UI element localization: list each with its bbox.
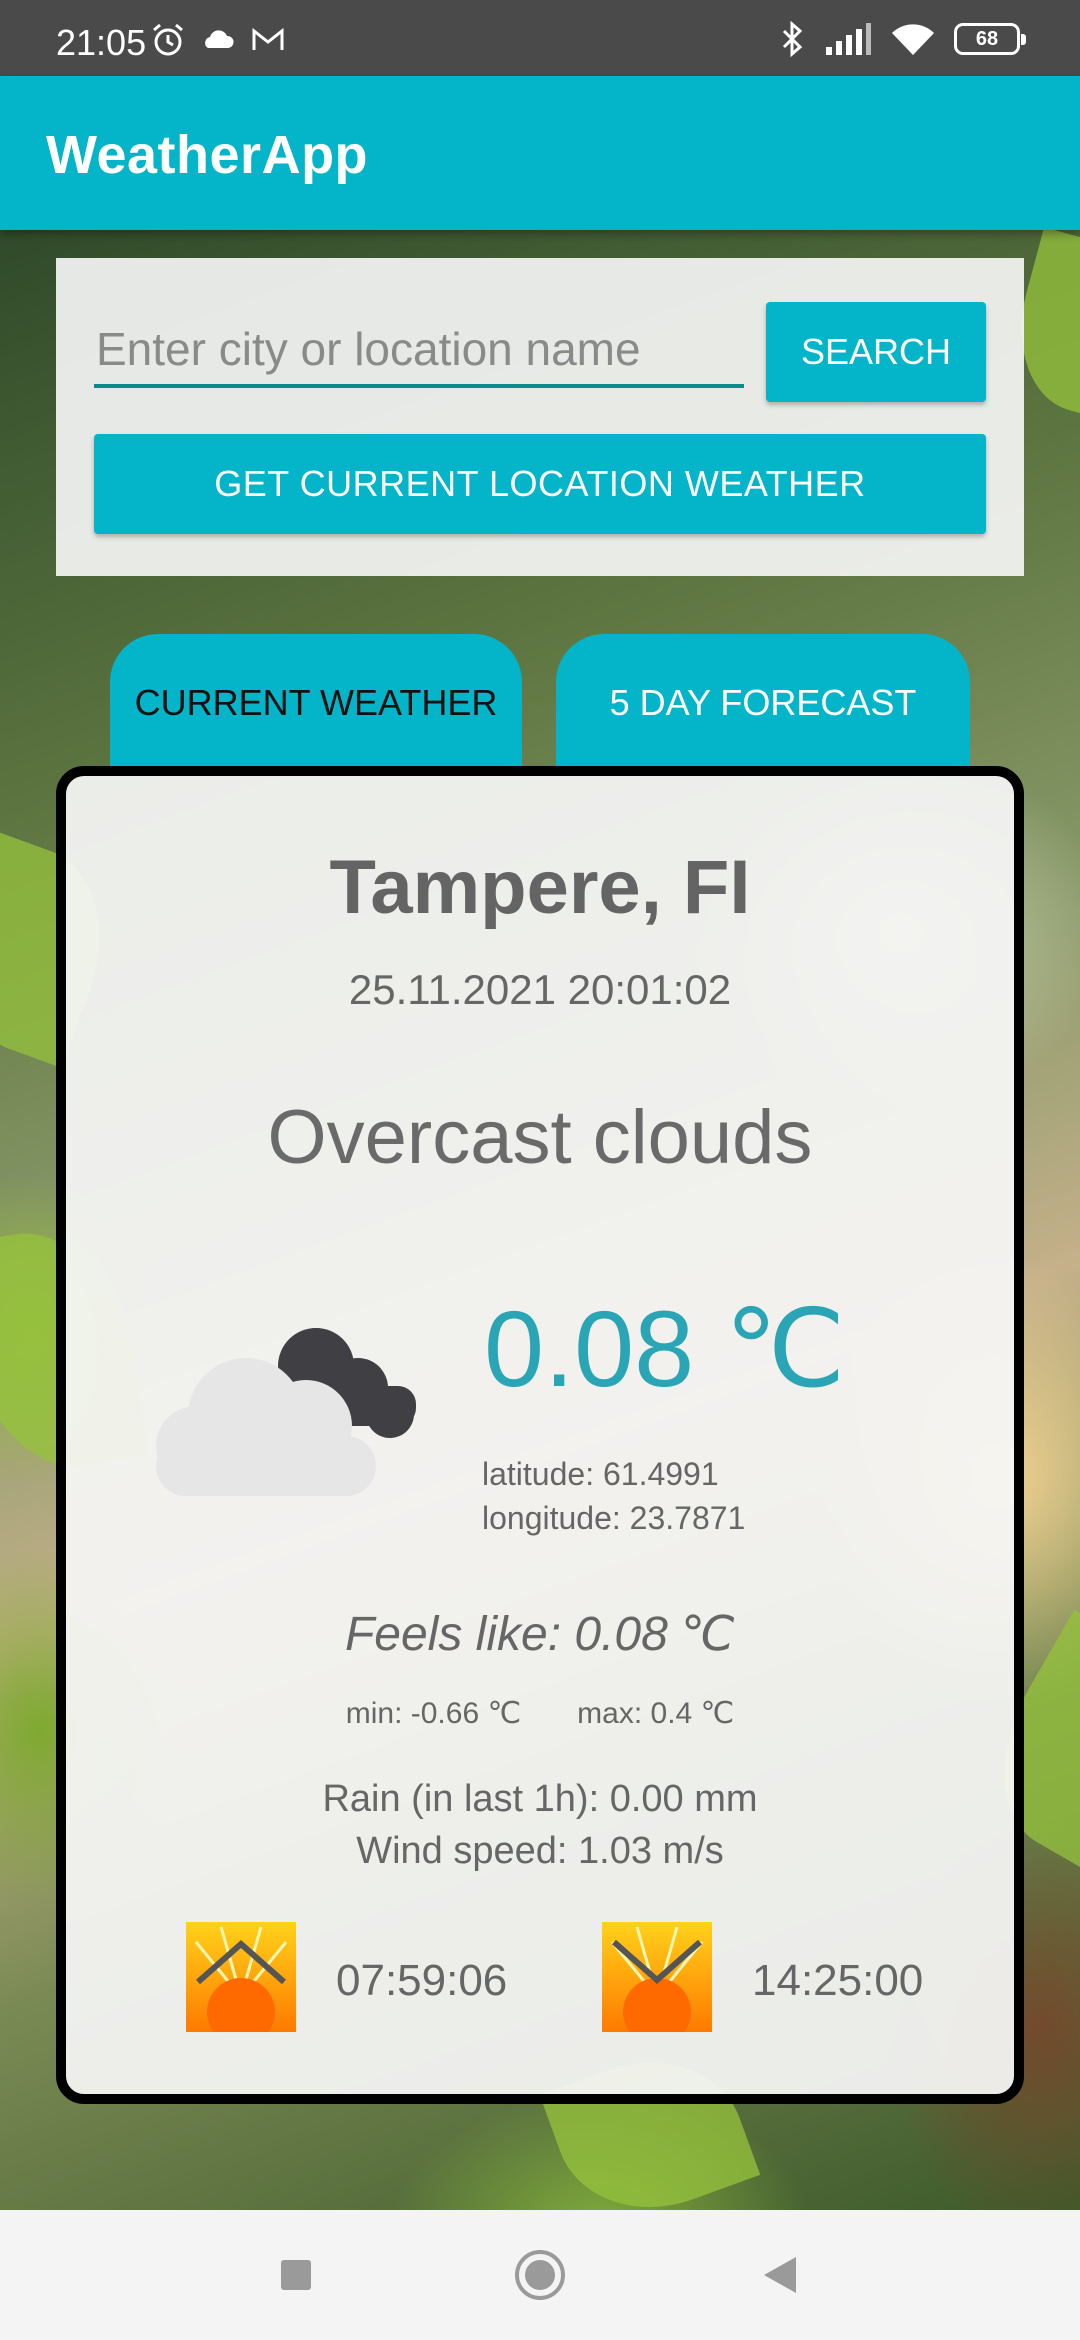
wind-speed: Wind speed: 1.03 m/s	[356, 1830, 724, 1872]
feels-like: Feels like: 0.08 ℃	[344, 1608, 736, 1661]
tab-5-day-forecast[interactable]: 5 DAY FORECAST	[556, 634, 970, 774]
tab-current-weather[interactable]: CURRENT WEATHER	[110, 634, 522, 774]
current-location-button[interactable]: GET CURRENT LOCATION WEATHER	[94, 434, 986, 534]
search-input[interactable]	[94, 314, 744, 388]
status-bar: 21:05 68	[0, 0, 1080, 76]
app-title: WeatherApp	[46, 125, 369, 185]
app-bar: WeatherApp	[0, 76, 1080, 230]
bluetooth-icon	[782, 20, 803, 58]
sunrise-time: 07:59:06	[336, 1956, 508, 2005]
back-icon	[764, 2257, 796, 2293]
home-icon	[515, 2250, 565, 2300]
status-right-icons: 68	[778, 20, 1026, 58]
home-button[interactable]	[480, 2210, 600, 2340]
search-button[interactable]: SEARCH	[766, 302, 986, 402]
alarm-icon	[153, 23, 183, 56]
gmail-icon	[252, 27, 284, 50]
sunset-icon	[602, 1922, 712, 2032]
min-max-row: min: -0.66 ℃ max: 0.4 ℃	[66, 1696, 1014, 1731]
latitude-label: latitude: 61.4991	[482, 1456, 719, 1492]
temperature-value: 0.08 ℃	[484, 1288, 846, 1409]
weather-datetime: 25.11.2021 20:01:02	[348, 966, 732, 1013]
signal-icon	[826, 23, 871, 55]
weather-description: Overcast clouds	[267, 1095, 813, 1180]
battery-icon: 68	[954, 23, 1026, 55]
longitude-label: longitude: 23.7871	[482, 1500, 746, 1536]
sunrise-icon	[186, 1922, 296, 2032]
max-temperature: max: 0.4 ℃	[577, 1697, 735, 1730]
cloud-icon	[205, 30, 234, 48]
wifi-icon	[892, 24, 934, 55]
sunset-time: 14:25:00	[752, 1956, 924, 2005]
weather-card: Tampere, FI 25.11.2021 20:01:02 Overcast…	[56, 766, 1024, 2104]
search-card: SEARCH GET CURRENT LOCATION WEATHER	[56, 258, 1024, 576]
rain-amount: Rain (in last 1h): 0.00 mm	[322, 1778, 758, 1820]
min-temperature: min: -0.66 ℃	[345, 1697, 522, 1730]
city-name: Tampere, FI	[329, 845, 751, 930]
navigation-bar	[0, 2210, 1080, 2340]
overcast-clouds-icon	[156, 1328, 416, 1496]
battery-level: 68	[975, 28, 999, 50]
recent-apps-button[interactable]	[236, 2210, 356, 2340]
status-time: 21:05	[56, 22, 147, 63]
recent-apps-icon	[281, 2260, 311, 2290]
back-button[interactable]	[720, 2210, 840, 2340]
status-left-icons	[150, 22, 286, 58]
